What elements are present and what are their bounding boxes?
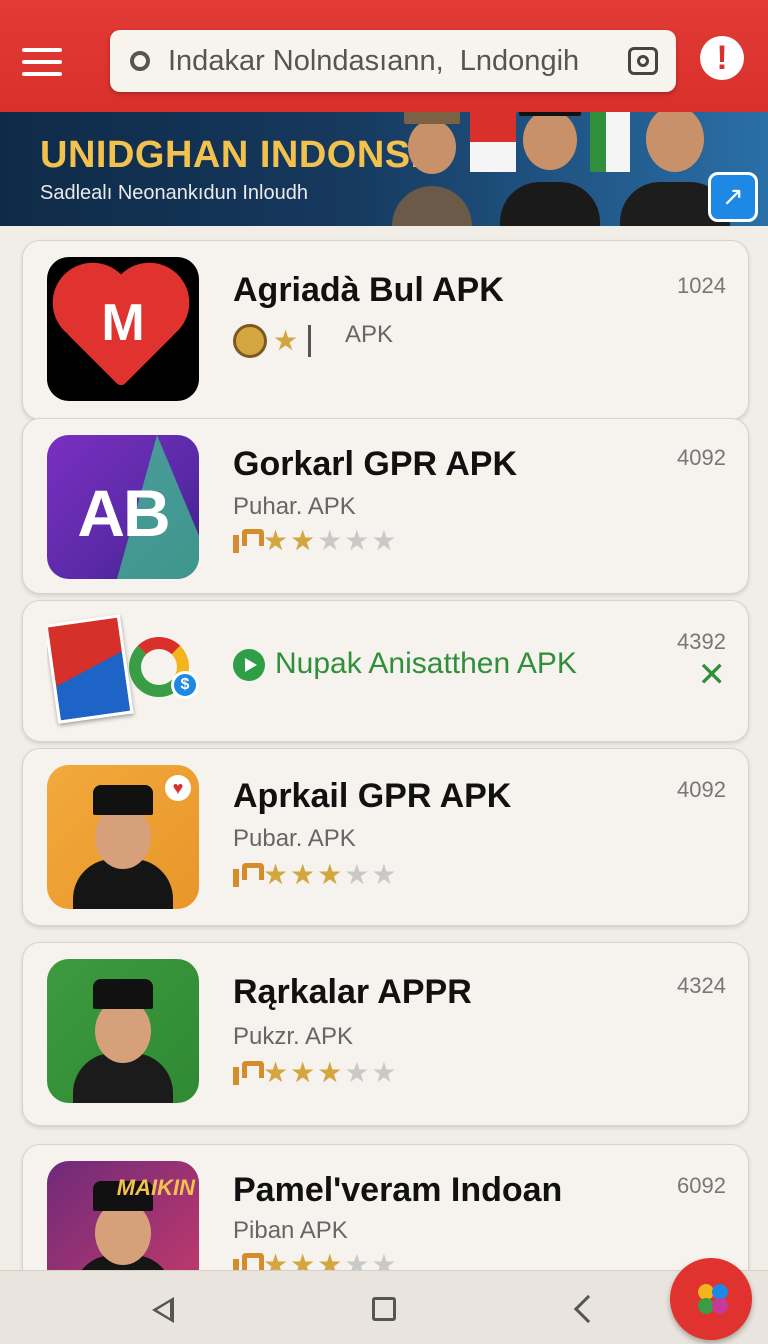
indonesia-flag-icon — [470, 112, 516, 172]
star-fill: ★★★★★ — [263, 1057, 345, 1088]
app-title: Aprkail GPR APK — [233, 777, 512, 815]
menu-icon[interactable] — [22, 48, 62, 76]
banner-subtitle: Sadlealı Neonankıdun Inloudh — [40, 182, 308, 204]
app-subtitle: Piban APK — [233, 1217, 348, 1244]
search-bar[interactable] — [110, 30, 676, 92]
top-app-bar: ! — [0, 0, 768, 112]
map-book-icon — [47, 614, 134, 724]
app-subtitle: Puhar. APK — [233, 493, 356, 520]
app-icon-heart: M — [47, 257, 199, 401]
back-icon[interactable] — [152, 1297, 174, 1323]
app-subtitle: APK — [345, 321, 394, 348]
download-icon — [233, 1061, 264, 1085]
app-title: Pamel'veram Indoan — [233, 1171, 563, 1209]
star-rating: ★★★★★★★★★★ — [263, 859, 399, 890]
app-count: 4324 — [677, 973, 726, 998]
app-title: Agriadà Bul APK — [233, 271, 504, 309]
app-icon-person: ♥ — [47, 765, 199, 909]
app-count: 6092 — [677, 1173, 726, 1198]
camera-icon[interactable] — [628, 47, 658, 75]
app-list-item[interactable]: $ Nupak Anisatthen APK 4392 ✕ — [22, 600, 749, 742]
rating-row: ★★★★★★★★★★ — [233, 525, 399, 557]
app-count: 4392 — [677, 629, 726, 654]
app-icon-person — [47, 959, 199, 1103]
star-fill: ★ — [273, 325, 301, 356]
home-icon[interactable] — [372, 1297, 396, 1321]
app-list-item[interactable]: ♥ Aprkail GPR APK 4092 Pubar. APK ★★★★★ ★… — [22, 748, 749, 926]
avatar-icon — [233, 324, 267, 358]
dollar-icon: $ — [171, 671, 199, 699]
floating-action-button[interactable] — [670, 1258, 752, 1340]
rating-row: ★★★★★★★★★★ — [233, 1057, 399, 1089]
location-pin-icon — [130, 51, 150, 71]
rating-row: ★★★★★★★★★★ — [233, 859, 399, 891]
app-count: 4092 — [677, 777, 726, 802]
system-nav-bar — [0, 1270, 768, 1344]
play-icon — [233, 649, 265, 681]
alert-icon[interactable]: ! — [700, 36, 744, 80]
app-title: Rąrkalar APPR — [233, 973, 472, 1011]
download-icon — [233, 529, 264, 553]
app-icon-word: MAIKIN — [116, 1175, 195, 1200]
banner-person-1 — [392, 112, 472, 226]
banner-person-2 — [500, 112, 600, 226]
star-rating: ★★★★★★★★★★ — [263, 1057, 399, 1088]
divider — [308, 325, 312, 357]
app-list-item[interactable]: AB Gorkarl GPR APK 4092 Puhar. APK ★★★★★… — [22, 418, 749, 594]
rating-row: ★ ★ — [233, 324, 323, 358]
app-count: 4092 — [677, 445, 726, 470]
app-icon-ab: AB — [47, 435, 199, 579]
app-count: 1024 — [677, 273, 726, 298]
app-list-item[interactable]: M Agriadà Bul APK 1024 ★ ★ APK — [22, 240, 749, 420]
star-rating: ★ ★ — [273, 325, 301, 356]
banner-title: UNIDGHAN INDONSIA — [40, 134, 450, 176]
recents-icon[interactable] — [573, 1294, 603, 1324]
trending-icon[interactable]: ↗ — [708, 172, 758, 222]
promo-banner[interactable]: UNIDGHAN INDONSIA Sadlealı Neonankıdun I… — [0, 112, 768, 226]
star-fill: ★★★★★ — [263, 525, 318, 556]
app-icon-letters: AB — [77, 476, 170, 550]
app-list-item[interactable]: Rąrkalar APPR 4324 Pukzr. APK ★★★★★★★★★★ — [22, 942, 749, 1126]
download-icon — [233, 863, 264, 887]
heart-badge-icon: ♥ — [165, 775, 191, 801]
app-title: Gorkarl GPR APK — [233, 445, 518, 483]
close-icon[interactable]: ✕ — [698, 655, 727, 695]
app-icon-maps: $ — [47, 613, 199, 731]
app-subtitle: Pubar. APK — [233, 825, 356, 852]
search-input[interactable] — [168, 42, 618, 80]
star-fill: ★★★★★ — [263, 859, 345, 890]
app-icon-letter: M — [101, 294, 145, 352]
star-rating: ★★★★★★★★★★ — [263, 525, 399, 556]
green-flag-icon — [590, 112, 630, 172]
app-title: Nupak Anisatthen APK — [275, 647, 577, 680]
app-subtitle: Pukzr. APK — [233, 1023, 354, 1050]
